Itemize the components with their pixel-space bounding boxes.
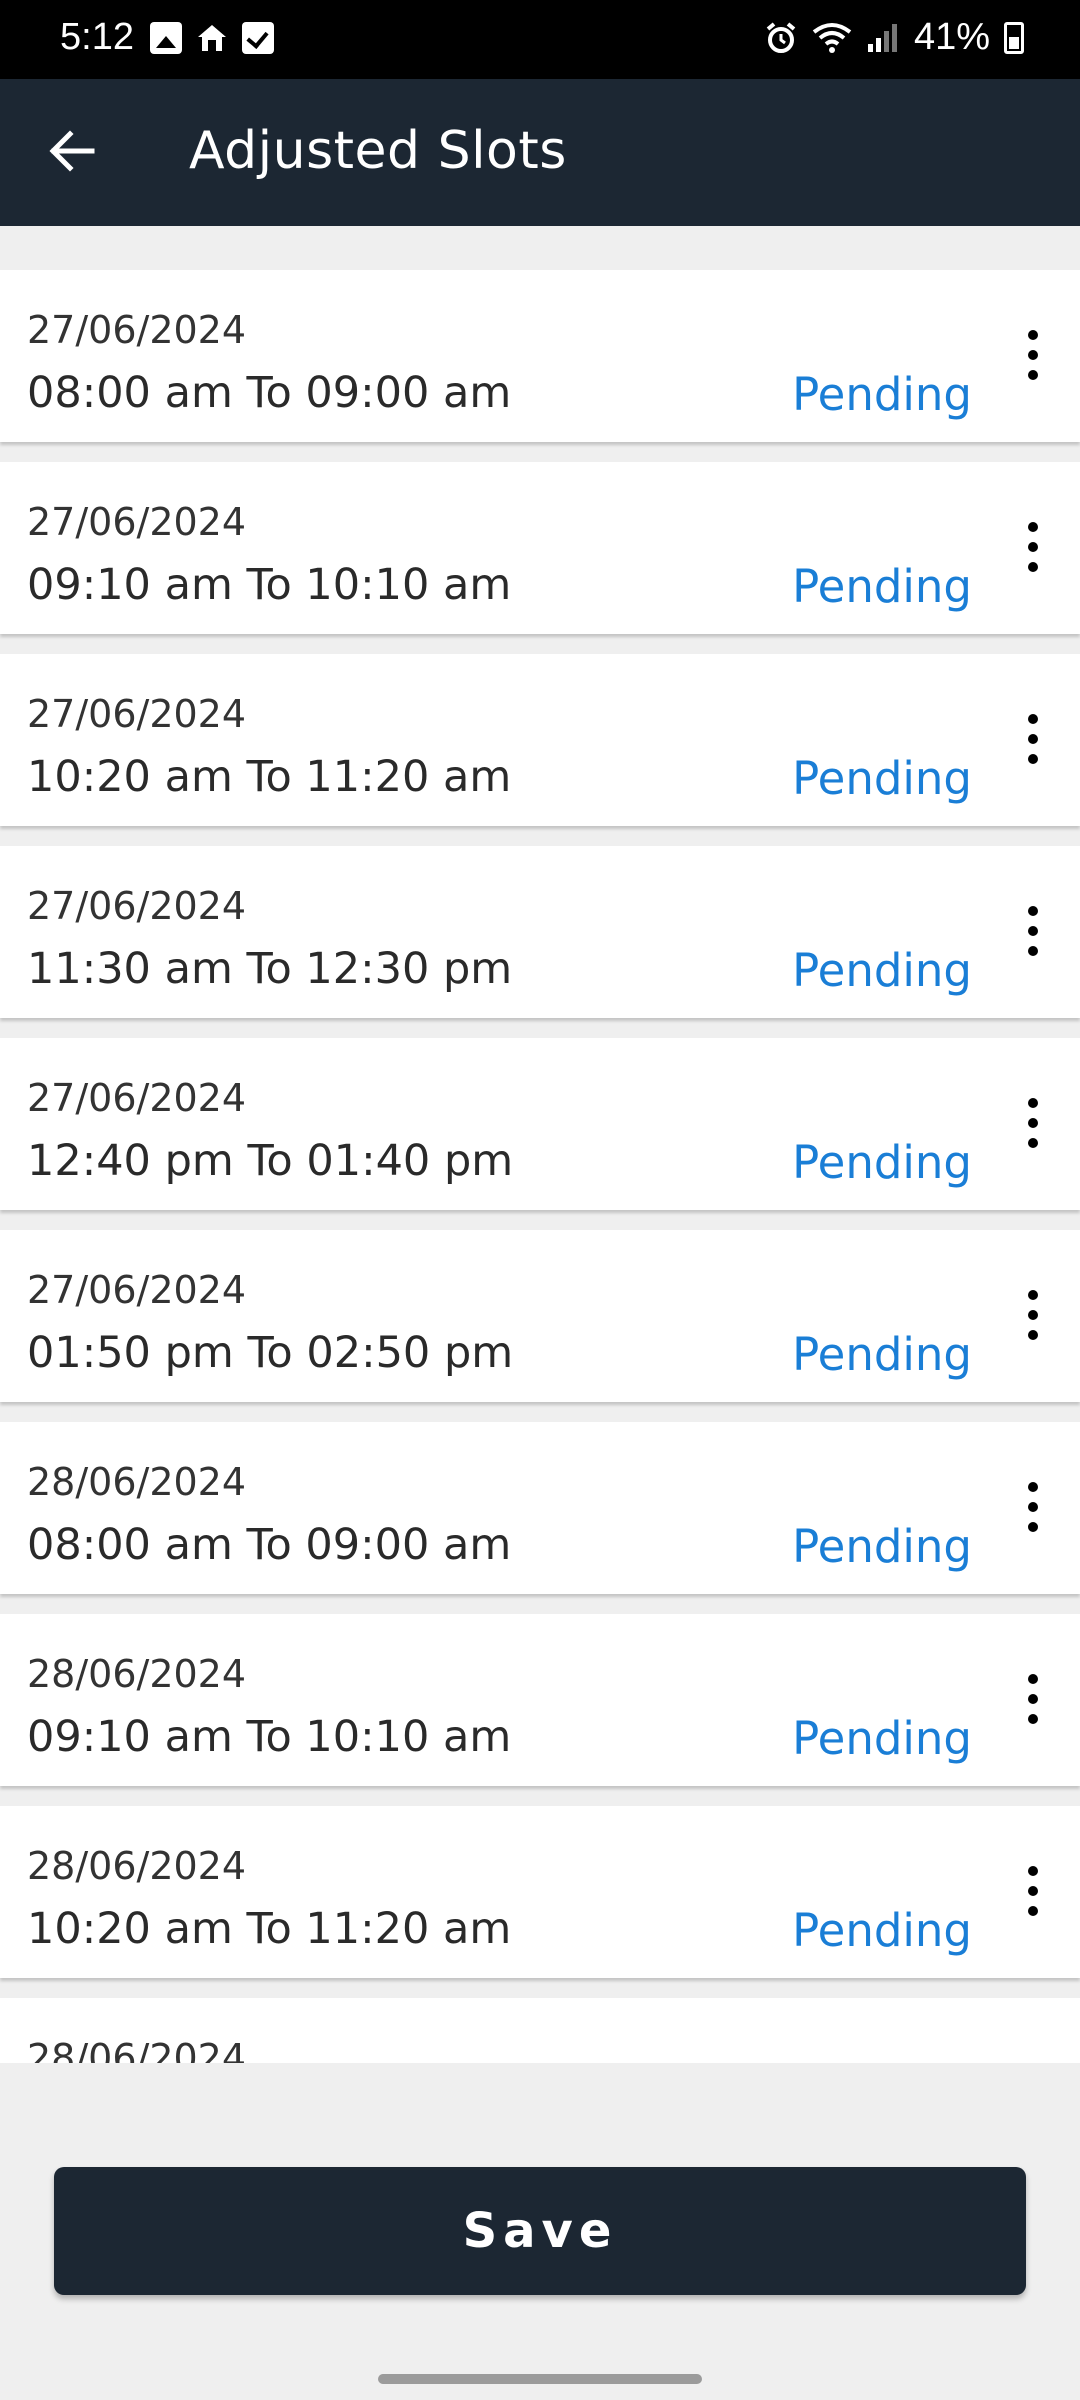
- slot-status: Pending: [792, 1520, 972, 1573]
- slots-list[interactable]: 27/06/2024 08:00 am To 09:00 am Pending 27/…: [0, 270, 1080, 2063]
- slot-time-range: 10:20 am To 11:20 am: [27, 752, 512, 802]
- slot-row[interactable]: 28/06/2024 09:10 am To 10:10 am Pending: [0, 1614, 1080, 1786]
- menu-dot: [1028, 1906, 1038, 1916]
- slot-row[interactable]: 27/06/2024 12:40 pm To 01:40 pm Pending: [0, 1038, 1080, 1210]
- menu-dot: [1028, 350, 1038, 360]
- slot-date: 27/06/2024: [27, 308, 247, 352]
- arrow-left-icon: [49, 130, 95, 172]
- slot-row[interactable]: 28/06/2024 08:00 am To 09:00 am Pending: [0, 1422, 1080, 1594]
- more-vert-icon[interactable]: [1004, 714, 1060, 770]
- menu-dot: [1028, 1310, 1038, 1320]
- slot-date: 27/06/2024: [27, 884, 247, 928]
- more-vert-icon[interactable]: [1004, 1290, 1060, 1346]
- slot-status: Pending: [792, 1904, 972, 1957]
- status-right-icons: 41%: [764, 16, 1024, 59]
- menu-dot: [1028, 714, 1038, 724]
- slot-date: 28/06/2024: [27, 1460, 247, 1504]
- menu-dot: [1028, 906, 1038, 916]
- slot-time-range: 08:00 am To 09:00 am: [27, 1520, 512, 1570]
- slot-status: Pending: [792, 944, 972, 997]
- status-bar: 5:12 41%: [0, 0, 1080, 79]
- slot-time-range: 12:40 pm To 01:40 pm: [27, 1136, 514, 1186]
- menu-dot: [1028, 1290, 1038, 1300]
- menu-dot: [1028, 1694, 1038, 1704]
- more-vert-icon[interactable]: [1004, 1866, 1060, 1922]
- save-button[interactable]: Save: [54, 2167, 1026, 2295]
- slot-row[interactable]: 27/06/2024 09:10 am To 10:10 am Pending: [0, 462, 1080, 634]
- more-vert-icon[interactable]: [1004, 330, 1060, 386]
- gallery-icon: [150, 22, 182, 54]
- slot-date: 28/06/2024: [27, 1652, 247, 1696]
- slot-row[interactable]: 28/06/2024: [0, 1998, 1080, 2063]
- menu-dot: [1028, 562, 1038, 572]
- menu-dot: [1028, 1502, 1038, 1512]
- status-time: 5:12: [60, 16, 134, 58]
- status-left-icons: [150, 22, 274, 54]
- menu-dot: [1028, 1866, 1038, 1876]
- menu-dot: [1028, 1330, 1038, 1340]
- menu-dot: [1028, 1522, 1038, 1532]
- slot-row[interactable]: 28/06/2024 10:20 am To 11:20 am Pending: [0, 1806, 1080, 1978]
- slot-date: 28/06/2024: [27, 1844, 247, 1888]
- battery-percent: 41%: [913, 16, 990, 58]
- menu-dot: [1028, 754, 1038, 764]
- app-bar: Adjusted Slots: [0, 79, 1080, 226]
- slot-time-range: 08:00 am To 09:00 am: [27, 368, 512, 418]
- menu-dot: [1028, 1118, 1038, 1128]
- menu-dot: [1028, 1886, 1038, 1896]
- menu-dot: [1028, 1138, 1038, 1148]
- menu-dot: [1028, 330, 1038, 340]
- menu-dot: [1028, 1674, 1038, 1684]
- slot-date: 27/06/2024: [27, 500, 247, 544]
- menu-dot: [1028, 1098, 1038, 1108]
- menu-dot: [1028, 734, 1038, 744]
- slot-time-range: 09:10 am To 10:10 am: [27, 1712, 512, 1762]
- slot-time-range: 11:30 am To 12:30 pm: [27, 944, 513, 994]
- slot-date: 27/06/2024: [27, 1076, 247, 1120]
- wifi-icon: [812, 22, 852, 53]
- menu-dot: [1028, 542, 1038, 552]
- slot-time-range: 01:50 pm To 02:50 pm: [27, 1328, 514, 1378]
- menu-dot: [1028, 1714, 1038, 1724]
- slot-date: 27/06/2024: [27, 1268, 247, 1312]
- slot-date: 27/06/2024: [27, 692, 247, 736]
- more-vert-icon[interactable]: [1004, 522, 1060, 578]
- slot-time-range: 10:20 am To 11:20 am: [27, 1904, 512, 1954]
- home-icon: [196, 22, 228, 54]
- slot-row[interactable]: 27/06/2024 11:30 am To 12:30 pm Pending: [0, 846, 1080, 1018]
- slot-status: Pending: [792, 1136, 972, 1189]
- menu-dot: [1028, 522, 1038, 532]
- slot-status: Pending: [792, 1328, 972, 1381]
- more-vert-icon[interactable]: [1004, 1098, 1060, 1154]
- back-button[interactable]: [40, 119, 104, 183]
- slot-status: Pending: [792, 1712, 972, 1765]
- slot-status: Pending: [792, 560, 972, 613]
- menu-dot: [1028, 926, 1038, 936]
- slot-row[interactable]: 27/06/2024 08:00 am To 09:00 am Pending: [0, 270, 1080, 442]
- more-vert-icon[interactable]: [1004, 1674, 1060, 1730]
- menu-dot: [1028, 370, 1038, 380]
- menu-dot: [1028, 946, 1038, 956]
- slot-time-range: 09:10 am To 10:10 am: [27, 560, 512, 610]
- more-vert-icon[interactable]: [1004, 1482, 1060, 1538]
- slot-row[interactable]: 27/06/2024 10:20 am To 11:20 am Pending: [0, 654, 1080, 826]
- slot-status: Pending: [792, 752, 972, 805]
- footer: Save: [0, 2063, 1080, 2400]
- signal-icon: [867, 23, 897, 52]
- slot-date: 28/06/2024: [27, 2036, 247, 2063]
- checkbox-icon: [242, 22, 274, 54]
- more-vert-icon[interactable]: [1004, 906, 1060, 962]
- slot-row[interactable]: 27/06/2024 01:50 pm To 02:50 pm Pending: [0, 1230, 1080, 1402]
- menu-dot: [1028, 1482, 1038, 1492]
- home-indicator[interactable]: [378, 2374, 702, 2384]
- alarm-icon: [766, 21, 796, 53]
- page-title: Adjusted Slots: [189, 121, 567, 181]
- battery-icon: [1004, 21, 1024, 54]
- slot-status: Pending: [792, 368, 972, 421]
